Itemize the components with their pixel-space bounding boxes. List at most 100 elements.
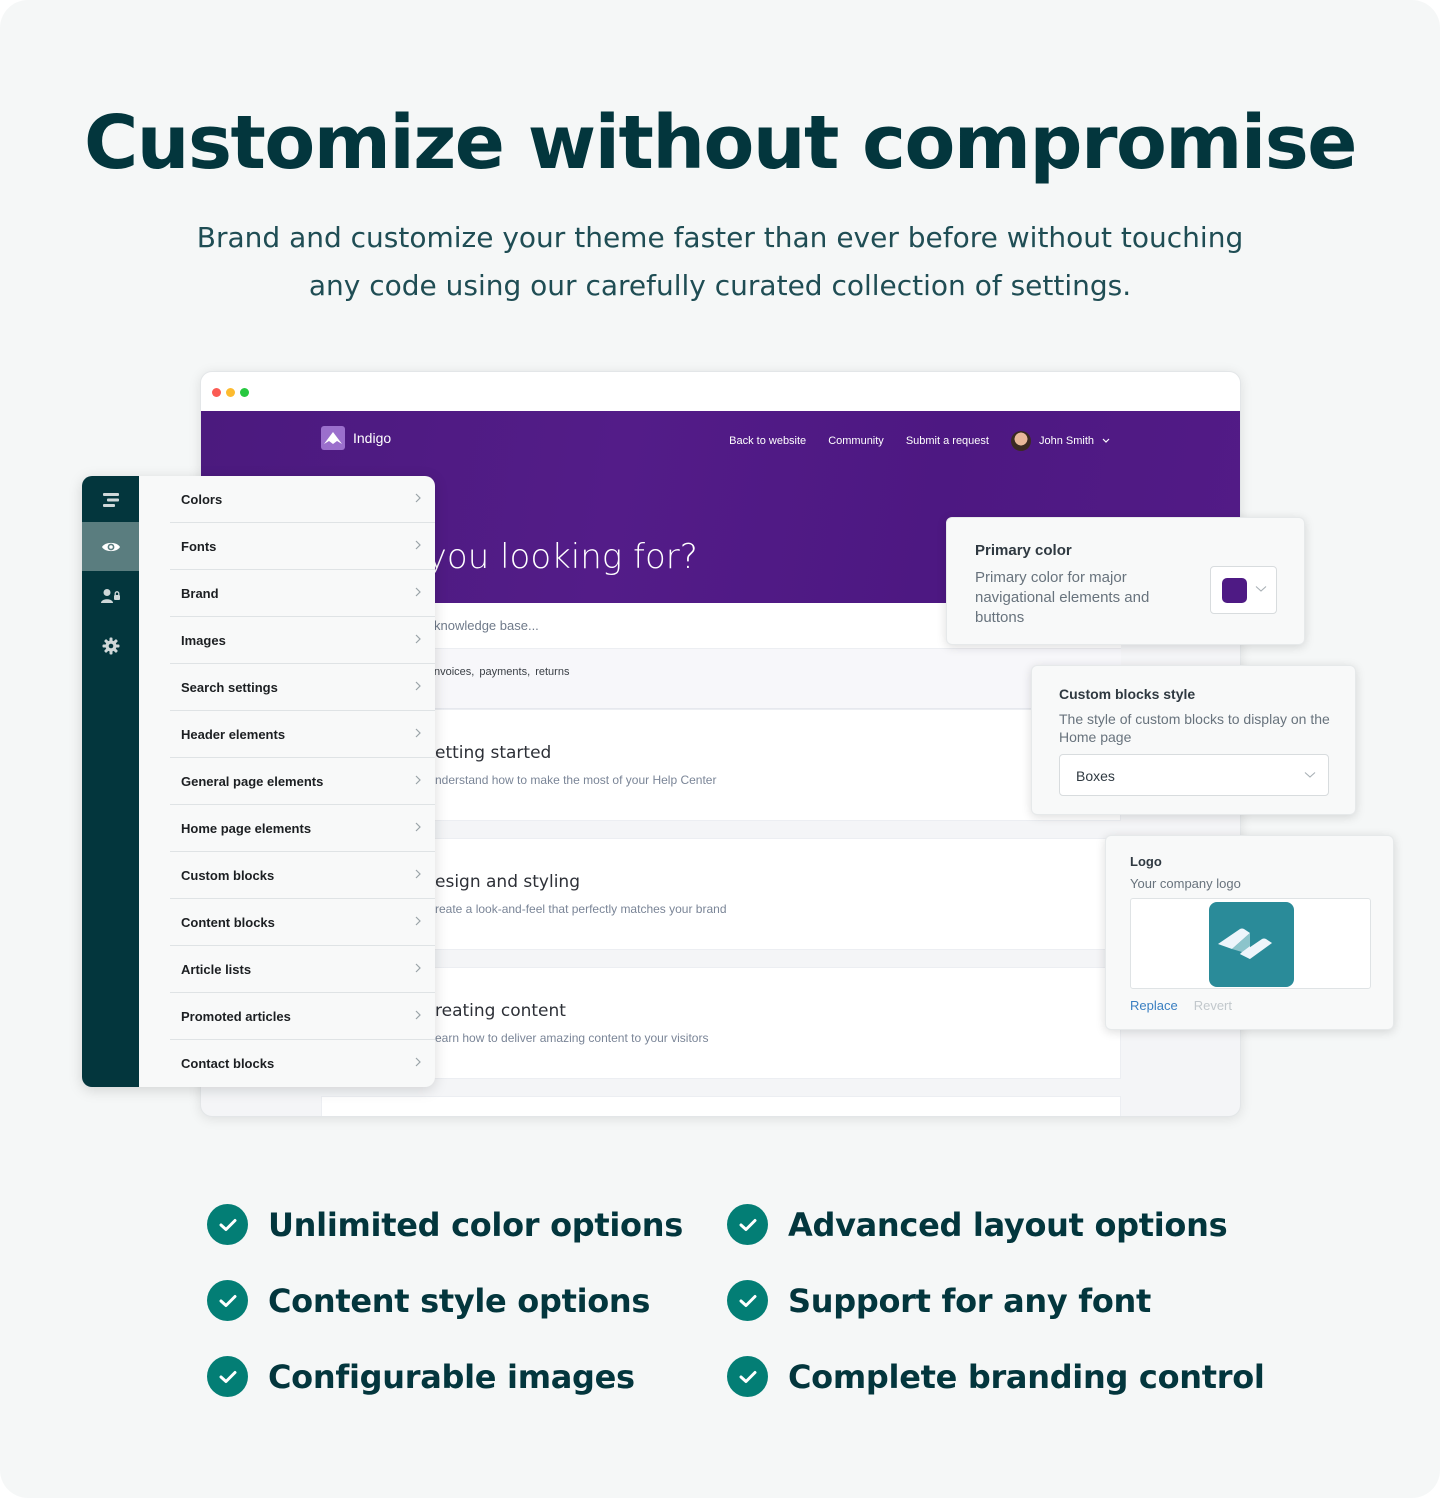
feature-item: Support for any font: [727, 1280, 1151, 1321]
chevron-right-icon: [415, 1057, 421, 1067]
menu-item-brand[interactable]: Brand: [170, 570, 435, 617]
page-title: Customize without compromise: [83, 100, 1358, 186]
check-circle-icon: [727, 1356, 768, 1397]
rail-item-settings[interactable]: [82, 622, 139, 670]
chevron-right-icon: [415, 822, 421, 832]
category-card[interactable]: etting started nderstand how to make the…: [321, 709, 1121, 821]
page-canvas: Customize without compromise Brand and c…: [0, 0, 1440, 1498]
menu-item-custom-blocks[interactable]: Custom blocks: [170, 852, 435, 899]
check-circle-icon: [207, 1280, 248, 1321]
settings-menu: Colors Fonts Brand Images Search setting…: [170, 476, 435, 1087]
page-subtitle: Brand and customize your theme faster th…: [196, 221, 1244, 302]
menu-item-general-page-elements[interactable]: General page elements: [170, 758, 435, 805]
color-picker-button[interactable]: [1210, 566, 1277, 614]
close-window-dot[interactable]: [212, 388, 221, 397]
company-logo-icon: [1209, 902, 1294, 987]
select-value: Boxes: [1076, 768, 1115, 784]
panel-description: Primary color for major navigational ele…: [975, 569, 1150, 626]
panel-description: Your company logo: [1130, 876, 1241, 891]
site-brand[interactable]: Indigo: [321, 426, 391, 450]
user-menu[interactable]: John Smith: [1010, 431, 1110, 451]
panel-title: Primary color: [975, 542, 1072, 559]
panel-description: The style of custom blocks to display on…: [1059, 711, 1330, 745]
custom-blocks-style-select[interactable]: Boxes: [1059, 754, 1329, 796]
nav-submit-request[interactable]: Submit a request: [906, 435, 989, 447]
list-icon: [102, 493, 119, 507]
check-circle-icon: [207, 1356, 248, 1397]
card-description: nderstand how to make the most of your H…: [435, 773, 717, 787]
feature-item: Content style options: [207, 1280, 650, 1321]
custom-blocks-style-panel: Custom blocks style The style of custom …: [1031, 665, 1356, 815]
rail-item-layout[interactable]: [82, 476, 139, 524]
logo-preview[interactable]: [1130, 898, 1371, 989]
menu-item-promoted-articles[interactable]: Promoted articles: [170, 993, 435, 1040]
menu-item-images[interactable]: Images: [170, 617, 435, 664]
chevron-right-icon: [415, 963, 421, 973]
chevron-right-icon: [415, 775, 421, 785]
feature-item: Advanced layout options: [727, 1204, 1228, 1245]
chevron-right-icon: [415, 728, 421, 738]
feature-item: Unlimited color options: [207, 1204, 683, 1245]
card-description: reate a look-and-feel that perfectly mat…: [435, 902, 727, 916]
chevron-down-icon: [1102, 438, 1110, 443]
logo-actions: Replace Revert: [1130, 998, 1232, 1013]
theme-settings-panel: Colors Fonts Brand Images Search setting…: [82, 476, 435, 1087]
primary-color-panel: Primary color Primary color for major na…: [946, 517, 1305, 645]
card-description: earn how to deliver amazing content to y…: [435, 1031, 709, 1045]
search-placeholder: knowledge base...: [434, 618, 539, 633]
check-circle-icon: [207, 1204, 248, 1245]
check-circle-icon: [727, 1204, 768, 1245]
color-swatch: [1222, 578, 1247, 603]
chevron-right-icon: [415, 493, 421, 503]
chevron-down-icon: [1304, 772, 1316, 778]
brand-logo-icon: [321, 426, 345, 450]
site-nav: Back to website Community Submit a reque…: [729, 431, 1110, 451]
revert-logo-link[interactable]: Revert: [1194, 998, 1232, 1013]
card-title: esign and styling: [435, 872, 580, 892]
avatar: [1010, 431, 1031, 451]
panel-title: Custom blocks style: [1059, 686, 1196, 702]
menu-item-contact-blocks[interactable]: Contact blocks: [170, 1040, 435, 1087]
nav-community[interactable]: Community: [828, 435, 884, 447]
user-name: John Smith: [1038, 435, 1094, 447]
feature-item: Configurable images: [207, 1356, 635, 1397]
minimize-window-dot[interactable]: [226, 388, 235, 397]
popular-searches: nvoices, payments, returns: [321, 649, 1121, 709]
replace-logo-link[interactable]: Replace: [1130, 998, 1178, 1013]
eye-icon: [101, 542, 120, 551]
menu-item-colors[interactable]: Colors: [170, 476, 435, 523]
category-card[interactable]: esign and styling reate a look-and-feel …: [321, 838, 1121, 950]
browser-title-bar: [201, 372, 1240, 411]
check-circle-icon: [727, 1280, 768, 1321]
chevron-down-icon: [1255, 586, 1267, 592]
category-card[interactable]: reating content earn how to deliver amaz…: [321, 967, 1121, 1079]
menu-item-fonts[interactable]: Fonts: [170, 523, 435, 570]
card-title: reating content: [435, 1001, 566, 1021]
chevron-right-icon: [415, 681, 421, 691]
chevron-right-icon: [415, 1010, 421, 1020]
card-title: etting started: [435, 743, 552, 763]
chevron-right-icon: [415, 587, 421, 597]
settings-rail: [82, 476, 139, 1087]
category-card[interactable]: [321, 1096, 1121, 1116]
menu-item-content-blocks[interactable]: Content blocks: [170, 899, 435, 946]
chevron-right-icon: [415, 916, 421, 926]
rail-item-access[interactable]: [82, 572, 139, 620]
menu-item-article-lists[interactable]: Article lists: [170, 946, 435, 993]
logo-panel: Logo Your company logo Replace Revert: [1105, 835, 1394, 1030]
chevron-right-icon: [415, 540, 421, 550]
panel-title: Logo: [1130, 854, 1162, 869]
brand-name: Indigo: [353, 430, 392, 446]
maximize-window-dot[interactable]: [240, 388, 249, 397]
chevron-right-icon: [415, 634, 421, 644]
rail-item-appearance[interactable]: [82, 522, 139, 571]
gear-icon: [102, 637, 119, 655]
menu-item-header-elements[interactable]: Header elements: [170, 711, 435, 758]
feature-item: Complete branding control: [727, 1356, 1265, 1397]
menu-item-home-page-elements[interactable]: Home page elements: [170, 805, 435, 852]
user-lock-icon: [100, 589, 120, 603]
chevron-right-icon: [415, 869, 421, 879]
popular-search-tags[interactable]: nvoices, payments, returns: [434, 666, 569, 678]
nav-back-to-website[interactable]: Back to website: [729, 435, 806, 447]
menu-item-search-settings[interactable]: Search settings: [170, 664, 435, 711]
